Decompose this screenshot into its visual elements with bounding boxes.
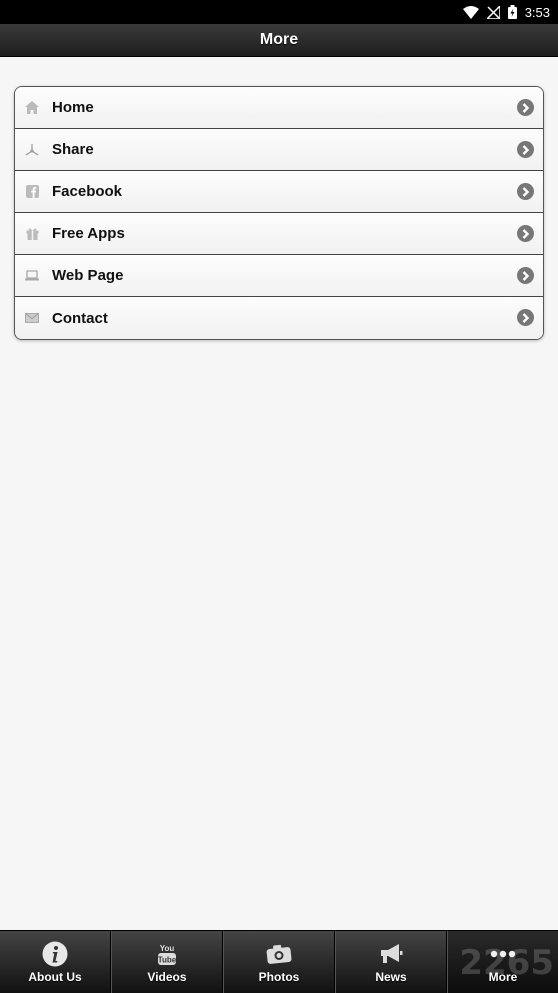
menu-item-label: Share	[52, 141, 94, 158]
menu-item-label: Contact	[52, 309, 108, 327]
mail-icon	[25, 311, 39, 325]
wifi-icon	[462, 5, 479, 19]
tab-about-us[interactable]: About Us	[0, 931, 111, 993]
facebook-icon	[25, 185, 39, 199]
menu-item-facebook[interactable]: Facebook	[15, 171, 543, 213]
tab-label: More	[488, 969, 518, 984]
youtube-icon: You Tube	[157, 941, 177, 967]
menu-item-label: Free Apps	[52, 225, 125, 242]
chevron-right-icon	[517, 309, 534, 326]
chevron-right-icon	[517, 267, 534, 284]
menu-list: Home Share Facebook Free Apps Web Page C…	[14, 86, 544, 340]
page-title: More	[259, 31, 299, 48]
menu-item-contact[interactable]: Contact	[15, 297, 543, 339]
menu-item-home[interactable]: Home	[15, 87, 543, 129]
chevron-right-icon	[517, 141, 534, 158]
chevron-right-icon	[517, 225, 534, 242]
camera-icon	[266, 941, 292, 967]
menu-item-label: Facebook	[52, 183, 123, 200]
header-bar: More	[0, 24, 558, 57]
bottom-tab-bar: About Us You Tube Videos Photos News More	[0, 930, 558, 993]
share-icon	[25, 143, 39, 157]
megaphone-icon	[379, 941, 403, 967]
no-signal-icon	[486, 5, 500, 19]
tab-photos[interactable]: Photos	[223, 931, 335, 993]
menu-item-share[interactable]: Share	[15, 129, 543, 171]
tab-label: News	[375, 969, 407, 984]
menu-item-web-page[interactable]: Web Page	[15, 255, 543, 297]
more-dots-icon	[490, 941, 516, 967]
gift-icon	[25, 227, 39, 241]
status-time: 3:53	[524, 4, 550, 20]
tab-label: Photos	[258, 969, 300, 984]
status-bar: 3:53	[0, 0, 558, 24]
tab-videos[interactable]: You Tube Videos	[111, 931, 223, 993]
chevron-right-icon	[517, 183, 534, 200]
tab-more[interactable]: More	[447, 931, 558, 993]
battery-icon	[507, 5, 517, 19]
home-icon	[25, 101, 39, 115]
laptop-icon	[25, 269, 39, 283]
tab-label: Videos	[147, 969, 187, 984]
tab-news[interactable]: News	[335, 931, 447, 993]
tab-label: About Us	[28, 969, 82, 984]
svg-text:Tube: Tube	[158, 955, 177, 964]
info-icon	[42, 941, 68, 967]
svg-text:You: You	[160, 944, 175, 953]
menu-item-label: Web Page	[52, 267, 124, 284]
menu-item-label: Home	[52, 99, 94, 116]
menu-item-free-apps[interactable]: Free Apps	[15, 213, 543, 255]
chevron-right-icon	[517, 99, 534, 116]
